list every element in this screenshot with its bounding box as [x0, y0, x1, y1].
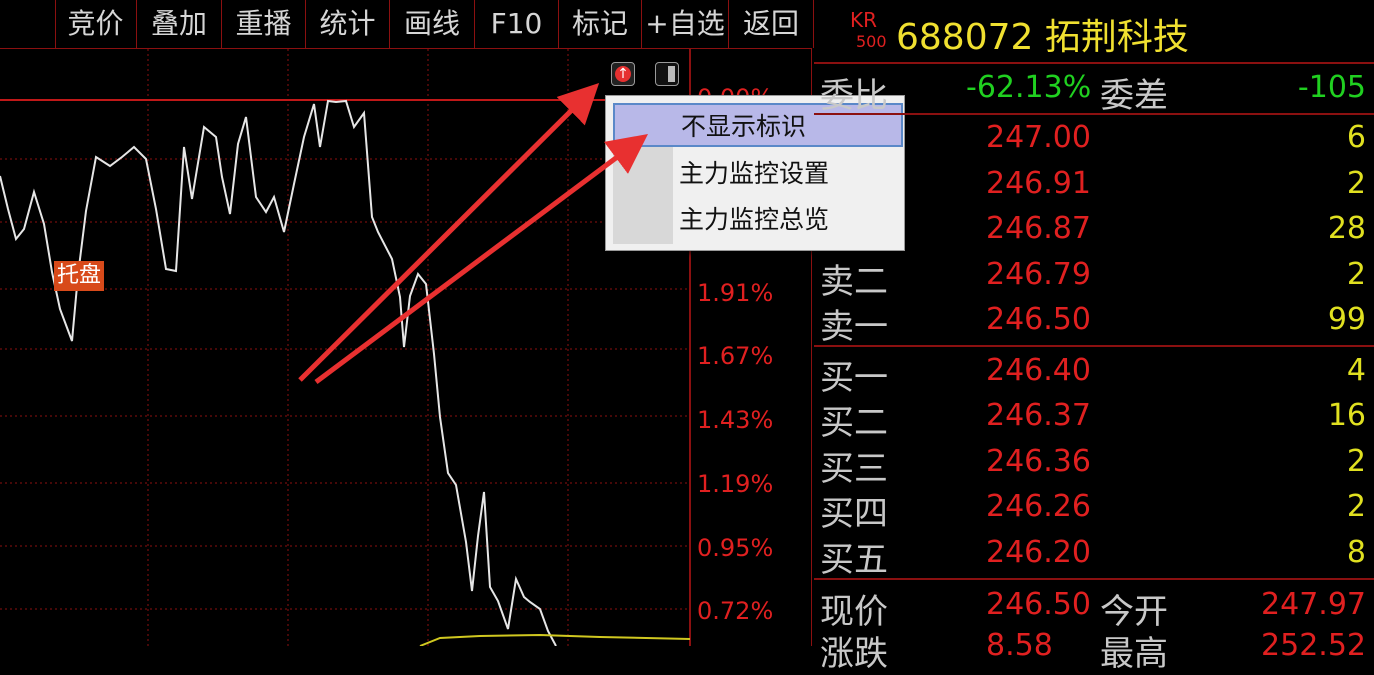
sell-volume: 28	[1327, 211, 1366, 246]
buy-volume: 16	[1327, 398, 1366, 433]
kr500-badge: 500	[856, 32, 887, 51]
buy-price: 246.26	[986, 489, 1091, 524]
buy-label: 买二	[820, 403, 888, 443]
buy-price: 246.37	[986, 398, 1091, 433]
toolbar-buttons: 竞价 叠加 重播 统计 画线 F10 标记 +自选 返回	[55, 0, 814, 48]
f10-button[interactable]: F10	[475, 0, 559, 48]
sell-price: 246.87	[986, 211, 1091, 246]
price-line	[0, 99, 557, 646]
back-button[interactable]: 返回	[729, 0, 814, 48]
sell-price: 246.79	[986, 257, 1091, 292]
draw-line-button[interactable]: 画线	[390, 0, 475, 48]
buy-volume: 8	[1346, 535, 1366, 570]
change-label: 涨跌	[820, 634, 888, 674]
pct-label: 1.67%	[697, 342, 774, 370]
sell-volume: 2	[1346, 166, 1366, 201]
buy-price: 246.40	[986, 353, 1091, 388]
divider	[814, 62, 1374, 64]
sell-volume: 6	[1346, 120, 1366, 155]
stock-title: 688072 拓荆科技	[896, 17, 1189, 58]
buy-label: 买四	[820, 494, 888, 534]
tuopan-tag: 托盘	[54, 261, 105, 291]
statistics-button[interactable]: 统计	[306, 0, 390, 48]
sell-label: 卖二	[820, 262, 888, 302]
sell-label: 卖一	[820, 307, 888, 347]
quote-panel: KR 500 688072 拓荆科技 委比 -62.13% 委差 -105 24…	[814, 0, 1374, 674]
buy-label: 买五	[820, 540, 888, 580]
mark-button[interactable]: 标记	[559, 0, 642, 48]
pct-label: 1.43%	[697, 406, 774, 434]
sell-price: 246.50	[986, 302, 1091, 337]
sell-price: 246.91	[986, 166, 1091, 201]
divider	[814, 113, 1374, 115]
buy-label: 买三	[820, 449, 888, 489]
sell-volume: 2	[1346, 257, 1366, 292]
buy-label: 买一	[820, 358, 888, 398]
buy-volume: 2	[1346, 444, 1366, 479]
divider	[814, 578, 1374, 580]
buy-volume: 2	[1346, 489, 1366, 524]
buy-volume: 4	[1346, 353, 1366, 388]
add-watchlist-button[interactable]: +自选	[642, 0, 729, 48]
weicha-value: -105	[1297, 70, 1366, 105]
weibi-value: -62.13%	[966, 70, 1092, 105]
weicha-label: 委差	[1100, 76, 1168, 116]
panel-toggle-icon[interactable]	[655, 62, 679, 86]
pct-label: 0.95%	[697, 534, 774, 562]
overlay-button[interactable]: 叠加	[137, 0, 222, 48]
auction-button[interactable]: 竞价	[55, 0, 137, 48]
chart-toolbar: 竞价 叠加 重播 统计 画线 F10 标记 +自选 返回	[0, 0, 814, 49]
high-label: 最高	[1100, 634, 1168, 674]
open-price: 247.97	[1261, 587, 1366, 622]
buy-price: 246.36	[986, 444, 1091, 479]
sell-volume: 99	[1327, 302, 1366, 337]
weibi-label: 委比	[820, 76, 888, 116]
up-arrow-icon[interactable]: ↑	[611, 62, 635, 86]
toolbar-left-cap	[0, 0, 56, 48]
divider	[814, 345, 1374, 347]
pct-label: 0.72%	[697, 597, 774, 625]
buy-price: 246.20	[986, 535, 1091, 570]
sell-price: 247.00	[986, 120, 1091, 155]
kr-badge: KR	[850, 8, 878, 32]
pct-label: 1.19%	[697, 470, 774, 498]
replay-button[interactable]: 重播	[222, 0, 306, 48]
pct-label: 1.91%	[697, 279, 774, 307]
current-price: 246.50	[986, 587, 1091, 622]
